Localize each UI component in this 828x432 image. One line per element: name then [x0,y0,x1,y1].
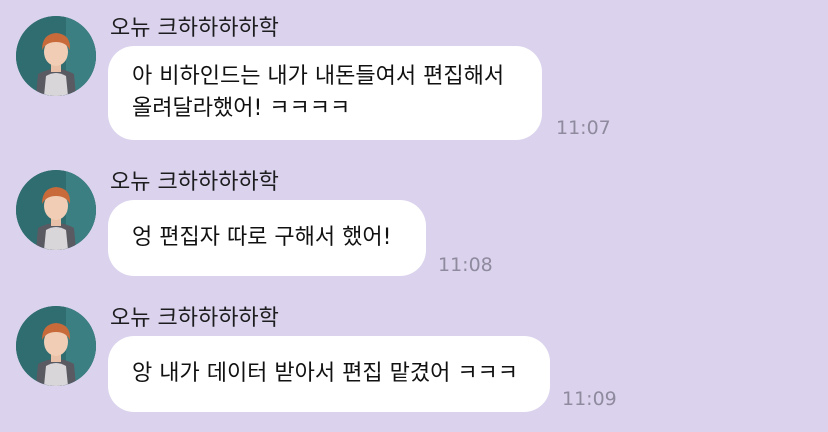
message-text-line: 앙 내가 데이터 받아서 편집 맡겼어 ㅋㅋㅋ [132,361,519,386]
profile-photo-icon [16,306,96,386]
message-timestamp: 11:09 [562,388,617,410]
sender-name: 오뉴 크하하하하학 [110,306,279,331]
message-bubble[interactable]: 앙 내가 데이터 받아서 편집 맡겼어 ㅋㅋㅋ [108,336,550,412]
sender-avatar[interactable] [16,306,96,386]
message-group: 오뉴 크하하하하학 앙 내가 데이터 받아서 편집 맡겼어 ㅋㅋㅋ 11:09 [0,0,828,432]
